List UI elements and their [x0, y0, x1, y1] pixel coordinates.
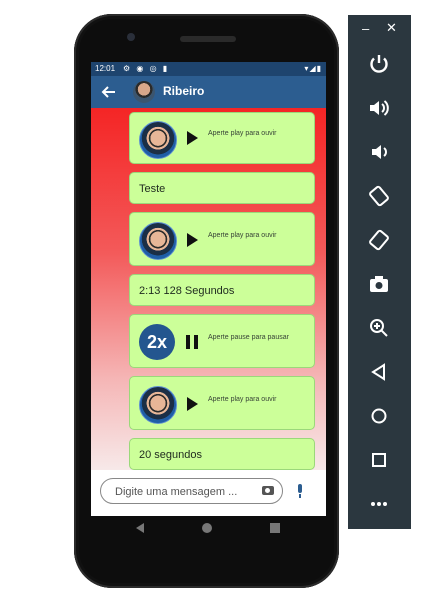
- text-message[interactable]: Teste: [129, 172, 315, 204]
- minimize-button[interactable]: –: [362, 21, 369, 36]
- audio-hint: Aperte play para ouvir: [208, 130, 277, 137]
- close-button[interactable]: ✕: [386, 20, 397, 36]
- audio-message[interactable]: Aperte play para ouvir: [129, 376, 315, 430]
- emulator-toolbar: – ✕: [348, 15, 411, 529]
- message-text: Teste: [139, 183, 166, 195]
- status-time: 12:01: [95, 64, 116, 73]
- power-icon[interactable]: [366, 51, 392, 77]
- chat-message-list[interactable]: Aperte play para ouvir Teste Aperte play…: [91, 108, 326, 470]
- rotate-right-icon[interactable]: [366, 227, 392, 253]
- audio-message[interactable]: Aperte play para ouvir: [129, 212, 315, 266]
- contact-avatar[interactable]: [133, 81, 155, 103]
- play-icon[interactable]: [187, 233, 198, 247]
- rotate-left-icon[interactable]: [366, 183, 392, 209]
- audio-hint: Aperte pause para pausar: [208, 334, 289, 341]
- front-camera: [127, 33, 135, 41]
- microphone-icon[interactable]: [295, 484, 305, 500]
- overview-icon[interactable]: [366, 447, 392, 473]
- status-bar: 12:01 ⚙ ◉ ◎ ▮ ▾◢▮: [91, 62, 326, 76]
- nav-recent-apps-icon[interactable]: [270, 523, 280, 533]
- camera-icon[interactable]: [366, 271, 392, 297]
- volume-up-icon[interactable]: [366, 95, 392, 121]
- message-text: 20 segundos: [139, 449, 202, 461]
- playback-speed-button[interactable]: 2x: [139, 324, 175, 360]
- message-input[interactable]: [113, 483, 257, 501]
- message-composer: [100, 478, 283, 504]
- nav-home-icon[interactable]: [202, 523, 212, 533]
- audio-hint: Aperte play para ouvir: [208, 396, 277, 403]
- audio-message-playing[interactable]: 2x Aperte pause para pausar: [129, 314, 315, 368]
- zoom-icon[interactable]: [366, 315, 392, 341]
- back-arrow-icon[interactable]: [99, 82, 119, 102]
- audio-hint: Aperte play para ouvir: [208, 232, 277, 239]
- text-message[interactable]: 2:13 128 Segundos: [129, 274, 315, 306]
- play-icon[interactable]: [187, 131, 198, 145]
- earpiece-speaker: [180, 36, 236, 42]
- volume-down-icon[interactable]: [366, 139, 392, 165]
- audio-message[interactable]: Aperte play para ouvir: [129, 112, 315, 164]
- pause-icon[interactable]: [186, 335, 198, 349]
- message-text: 2:13 128 Segundos: [139, 285, 235, 297]
- emulator-toolbar-titlebar: – ✕: [348, 15, 411, 45]
- camera-icon[interactable]: [262, 486, 274, 495]
- play-icon[interactable]: [187, 397, 198, 411]
- more-icon[interactable]: [366, 491, 392, 517]
- audio-sender-avatar: [139, 386, 177, 424]
- audio-sender-avatar: [139, 222, 177, 260]
- back-icon[interactable]: [366, 359, 392, 385]
- text-message[interactable]: 20 segundos: [129, 438, 315, 470]
- contact-name: Ribeiro: [163, 84, 205, 98]
- phone-screen: 12:01 ⚙ ◉ ◎ ▮ ▾◢▮ Ribeiro Aperte play pa…: [91, 62, 326, 516]
- signal-battery-icons: ▾◢▮: [304, 64, 322, 73]
- notification-icons: ⚙ ◉ ◎ ▮: [123, 64, 170, 73]
- home-icon[interactable]: [366, 403, 392, 429]
- app-bar: Ribeiro: [91, 76, 326, 108]
- nav-back-icon[interactable]: [136, 523, 144, 533]
- audio-sender-avatar: [139, 121, 177, 159]
